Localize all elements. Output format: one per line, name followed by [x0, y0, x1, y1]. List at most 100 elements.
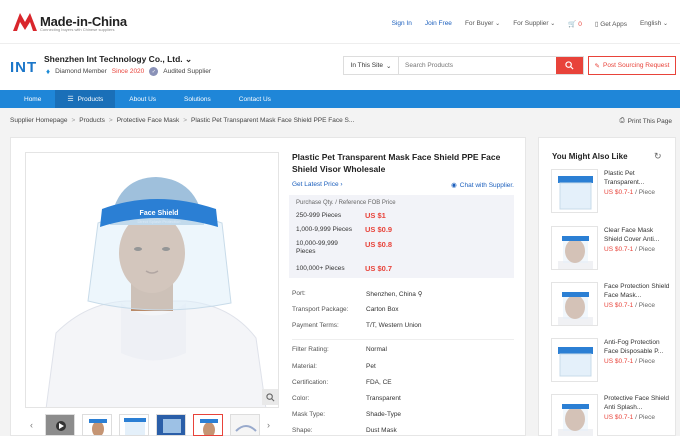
face-shield-photo: Face Shield Direct Splash Protection [26, 153, 278, 407]
person-shield-thumb [558, 292, 593, 325]
tier-qty: 100,000+ Pieces [296, 265, 345, 272]
spec-key: Transport Package: [292, 306, 349, 313]
zoom-button[interactable] [262, 389, 278, 405]
printer-icon: ⎙ [619, 117, 625, 124]
search-icon [565, 61, 574, 70]
sign-in-link[interactable]: Sign In [392, 20, 412, 28]
spec-value: Transparent [366, 395, 401, 402]
supplier-badges: ♦ Diamond Member Since 2020 ✓ Audited Su… [46, 67, 211, 76]
recommended-product-price: US $0.7-1 / Piece [604, 189, 655, 196]
thumbnail[interactable] [82, 414, 112, 436]
recommended-product-image[interactable] [551, 169, 598, 213]
chevron-right-icon: › [340, 181, 343, 188]
spec-value: Shade-Type [366, 411, 402, 418]
cart-link[interactable]: 🛒 0 [568, 20, 582, 28]
site-search: In This Site [343, 56, 584, 75]
search-button[interactable] [556, 57, 583, 74]
spec-key: Filter Rating: [292, 346, 329, 353]
thumbnail[interactable] [119, 414, 149, 436]
print-page-button[interactable]: ⎙ Print This Page [619, 117, 672, 125]
breadcrumb: Supplier Homepage > Products > Protective … [10, 117, 354, 124]
get-latest-price-link[interactable]: Get Latest Price › [292, 181, 343, 188]
spec-value: Carton Box [366, 306, 399, 313]
nav-about-us[interactable]: About Us [115, 90, 170, 108]
supplier-logo[interactable]: INT [10, 59, 37, 76]
spec-key: Shape: [292, 427, 313, 434]
spec-value: T/T, Western Union [366, 322, 422, 329]
shield-thumb [558, 347, 593, 377]
chat-with-supplier-link[interactable]: ◉ Chat with Supplier. [451, 181, 514, 190]
search-input[interactable] [399, 57, 556, 74]
recommended-product-name[interactable]: Clear Face Mask Shield Cover Anti... [604, 226, 670, 244]
spec-key: Port: [292, 290, 306, 297]
breadcrumb-products[interactable]: Products [79, 117, 105, 124]
member-level: Diamond Member [55, 68, 107, 75]
recommended-product-price: US $0.7-1 / Piece [604, 246, 655, 253]
for-buyer-menu[interactable]: For Buyer [465, 20, 500, 28]
recommended-product-image[interactable] [551, 226, 598, 270]
recommendation-title: You Might Also Like [552, 152, 628, 161]
shield-band-text: Face Shield [140, 210, 179, 217]
spec-key: Color: [292, 395, 310, 402]
tier-price: US $0.8 [365, 240, 393, 249]
latest-price-label: Get Latest Price [292, 181, 339, 188]
thumb-next-icon[interactable]: › [267, 420, 275, 430]
product-title: Plastic Pet Transparent Mask Face Shield… [292, 152, 501, 174]
nav-home[interactable]: Home [10, 90, 55, 108]
thumbnail-image [200, 419, 218, 435]
recommended-product-name[interactable]: Anti-Fog Protection Face Disposable P... [604, 338, 670, 356]
language-menu[interactable]: English [640, 20, 668, 28]
price-unit: / Piece [633, 246, 655, 253]
recommended-product-name[interactable]: Protective Face Shield Anti Splash... [604, 394, 670, 412]
thumb-prev-icon[interactable]: ‹ [30, 420, 38, 430]
made-in-china-logo-icon [13, 13, 37, 31]
recommended-product-price: US $0.7-1 / Piece [604, 414, 655, 421]
nav-solutions[interactable]: Solutions [170, 90, 225, 108]
menu-icon: ☰ [67, 96, 74, 103]
for-supplier-menu[interactable]: For Supplier [513, 20, 555, 28]
breadcrumb-category[interactable]: Protective Face Mask [117, 117, 180, 124]
location-pin-icon: ⚲ [417, 291, 423, 298]
person-shield-thumb [558, 236, 593, 269]
spec-key: Material: [292, 363, 317, 370]
thumbnail[interactable] [156, 414, 186, 436]
price: US $0.7-1 [604, 414, 634, 421]
nav-products-label: Products [77, 95, 104, 103]
thumbnail-image [89, 419, 107, 435]
main-nav: Home ☰ Products About Us Solutions Contac… [0, 90, 680, 108]
refresh-icon[interactable]: ↻ [654, 151, 662, 162]
breadcrumb-current: Plastic Pet Transparent Mask Face Shield… [191, 117, 355, 124]
chat-label: Chat with Supplier. [459, 181, 514, 189]
supplier-name[interactable]: Shenzhen Int Technology Co., Ltd. ⌄ [44, 54, 192, 65]
chevron-down-icon: ⌄ [185, 54, 193, 64]
recommended-product-image[interactable] [551, 338, 598, 382]
price: US $0.7-1 [604, 246, 634, 253]
shield-thumb [558, 176, 593, 210]
breadcrumb-supplier-homepage[interactable]: Supplier Homepage [10, 117, 67, 124]
nav-contact-us[interactable]: Contact Us [225, 90, 285, 108]
product-main-image[interactable]: Face Shield Direct Splash Protection [25, 152, 279, 408]
tier-qty: 1,000-9,999 Pieces [296, 226, 353, 233]
spec-divider [292, 339, 514, 340]
recommended-product-name[interactable]: Plastic Pet Transparent... [604, 169, 670, 187]
thumbnail-image [124, 418, 146, 435]
tier-qty: 10,000-99,999 Pieces [296, 240, 338, 255]
recommended-product-name[interactable]: Face Protection Shield Face Mask... [604, 282, 670, 300]
thumbnail[interactable] [45, 414, 75, 436]
thumbnail-image [46, 415, 74, 435]
recommended-product-image[interactable] [551, 282, 598, 326]
price: US $0.7-1 [604, 358, 634, 365]
join-free-link[interactable]: Join Free [425, 20, 452, 28]
post-icon: ✎ [594, 62, 600, 70]
chat-icon: ◉ [451, 182, 457, 189]
spec-value: Pet [366, 363, 376, 370]
thumbnail-active[interactable] [193, 414, 223, 436]
get-apps-link[interactable]: ▯ Get Apps [595, 20, 627, 28]
breadcrumb-separator-icon: > [71, 117, 76, 124]
search-scope-select[interactable]: In This Site [344, 57, 399, 74]
nav-products[interactable]: ☰ Products [55, 90, 116, 108]
post-sourcing-request-button[interactable]: ✎ Post Sourcing Request [588, 56, 676, 75]
breadcrumb-separator-icon: > [108, 117, 113, 124]
thumbnail[interactable] [230, 414, 260, 436]
recommended-product-image[interactable] [551, 394, 598, 436]
